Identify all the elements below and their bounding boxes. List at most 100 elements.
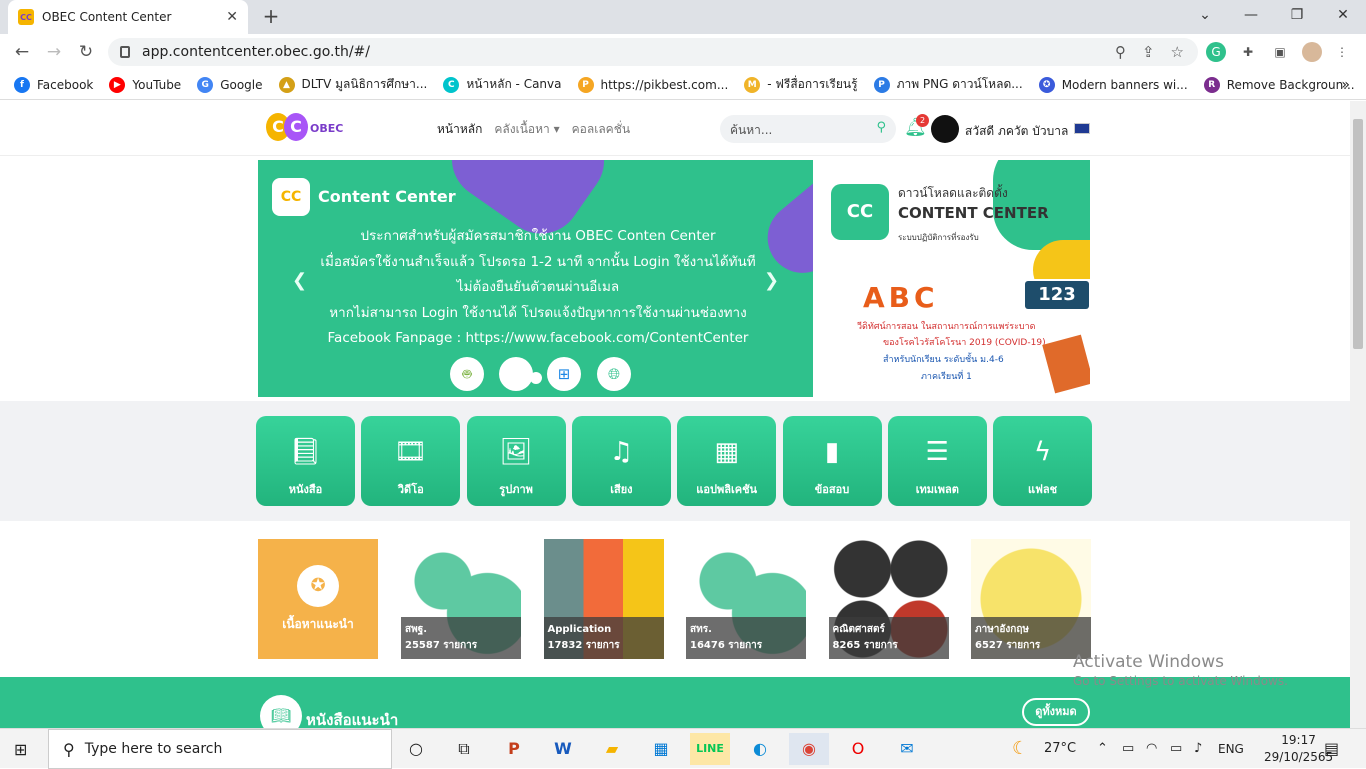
- chrome-icon[interactable]: ◉: [789, 733, 829, 765]
- side-panel-icon[interactable]: ▣: [1270, 42, 1290, 62]
- carousel-next-icon[interactable]: ❯: [764, 270, 779, 291]
- weather-temperature[interactable]: 27°C: [1044, 729, 1076, 769]
- opera-icon[interactable]: O: [838, 733, 878, 765]
- scrollbar-thumb[interactable]: [1353, 119, 1363, 349]
- bookmark-item[interactable]: P ภาพ PNG ดาวน์โหลด...: [873, 75, 1023, 94]
- input-language[interactable]: ENG: [1218, 729, 1244, 769]
- file-explorer-icon[interactable]: ▰: [592, 733, 632, 765]
- system-clock[interactable]: 19:17 29/10/2565: [1264, 732, 1333, 766]
- nav-home[interactable]: หน้าหลัก: [437, 120, 482, 139]
- windows-start-icon[interactable]: ⊞: [14, 740, 27, 759]
- english-flag-icon[interactable]: [1074, 123, 1090, 134]
- store-icon[interactable]: ▦: [641, 733, 681, 765]
- word-icon[interactable]: W: [543, 733, 583, 765]
- browser-tab[interactable]: CC OBEC Content Center ✕: [8, 0, 248, 34]
- view-all-button[interactable]: ดูทั้งหมด: [1022, 698, 1090, 726]
- category-label: ข้อสอบ: [814, 483, 850, 496]
- bookmark-item[interactable]: R Remove Backgroun...: [1203, 76, 1355, 93]
- category-label: เสียง: [610, 483, 633, 496]
- task-view-icon[interactable]: ⧉: [444, 733, 484, 765]
- bookmark-item[interactable]: ✪ Modern banners wi...: [1038, 76, 1188, 93]
- bookmark-item[interactable]: G Google: [197, 76, 263, 93]
- forward-button[interactable]: →: [40, 38, 68, 66]
- grammarly-extension-icon[interactable]: G: [1206, 42, 1226, 62]
- category-file[interactable]: ▮ ข้อสอบ: [782, 416, 882, 506]
- category-apps[interactable]: ▦ แอปพลิเคชัน: [677, 416, 777, 506]
- line-app-icon[interactable]: LINE: [690, 733, 730, 765]
- bookmark-item[interactable]: ▶ YouTube: [109, 76, 181, 93]
- category-image[interactable]: 🖼︎ รูปภาพ: [466, 416, 566, 506]
- bookmark-item[interactable]: Phttps://pikbest.com...: [577, 76, 728, 93]
- reload-button[interactable]: ↻: [72, 38, 100, 66]
- watermark-title: Activate Windows: [1073, 652, 1224, 672]
- category-music[interactable]: ♫ เสียง: [571, 416, 671, 506]
- nav-content-library[interactable]: คลังเนื้อหา ▾: [494, 120, 559, 139]
- announcement-carousel: CC Content Center ประกาศสำหรับผู้สมัครสม…: [258, 160, 813, 397]
- recommended-content-card[interactable]: ✪ เนื้อหาแนะนำ: [258, 539, 378, 659]
- notification-badge: 2: [916, 114, 929, 127]
- bookmark-item[interactable]: ▲ DLTV มูลนิธิการศึกษา...: [278, 75, 427, 94]
- taskbar-search-input[interactable]: ⚲ Type here to search: [48, 729, 392, 769]
- content-source-tile[interactable]: ภาษาอังกฤษ 6527 รายการ: [971, 539, 1091, 659]
- content-source-tile[interactable]: สทร. 16476 รายการ: [686, 539, 806, 659]
- category-film[interactable]: 🎞︎ วิดีโอ: [361, 416, 461, 506]
- battery-icon[interactable]: ▭: [1170, 729, 1182, 769]
- bookmarks-overflow-icon[interactable]: »: [1341, 77, 1350, 93]
- android-icon[interactable]: 🤖︎: [450, 357, 484, 391]
- carousel-prev-icon[interactable]: ❮: [292, 270, 307, 291]
- back-button[interactable]: ←: [8, 38, 36, 66]
- cortana-icon[interactable]: ○: [396, 733, 436, 765]
- content-source-tile[interactable]: สพฐ. 25587 รายการ: [401, 539, 521, 659]
- user-greeting[interactable]: สวัสดี ภควัต บัวบาล: [965, 122, 1068, 141]
- tile-count: 25587 รายการ: [405, 640, 478, 651]
- new-tab-button[interactable]: +: [258, 4, 284, 30]
- covid-video-ad[interactable]: ABC 123 วีดิทัศน์การสอน ในสถานการณ์การแพ…: [813, 279, 1090, 397]
- mail-icon[interactable]: ✉: [887, 733, 927, 765]
- windows-icon[interactable]: ⊞: [547, 357, 581, 391]
- book-icon: 📘︎: [288, 437, 322, 467]
- site-logo[interactable]: CC OBEC: [266, 113, 343, 143]
- extensions-puzzle-icon[interactable]: ✚: [1238, 42, 1258, 62]
- carousel-dot[interactable]: [530, 372, 542, 384]
- volume-icon[interactable]: ♪: [1194, 729, 1202, 769]
- close-window-button[interactable]: ✕: [1320, 0, 1366, 30]
- zoom-icon[interactable]: ⚲: [1115, 43, 1126, 61]
- content-source-tile[interactable]: คณิตศาสตร์ 8265 รายการ: [828, 539, 949, 659]
- search-icon[interactable]: ⚲: [876, 120, 886, 135]
- url-text: app.contentcenter.obec.go.th/#/: [142, 44, 371, 60]
- meet-now-icon[interactable]: ▭: [1122, 729, 1134, 769]
- download-app-ad[interactable]: CC ดาวน์โหลดและติดตั้ง CONTENT CENTER ระ…: [813, 160, 1090, 279]
- nav-collections[interactable]: คอลเลคชั่น: [572, 120, 630, 139]
- category-book[interactable]: 📘︎ หนังสือ: [256, 416, 355, 506]
- bookmark-item[interactable]: C หน้าหลัก - Canva: [443, 75, 562, 94]
- category-list[interactable]: ☰ เทมเพลต: [887, 416, 987, 506]
- ad-line: ของโรคไวรัสโคโรนา 2019 (COVID-19): [883, 338, 1046, 348]
- user-avatar[interactable]: [931, 115, 959, 143]
- address-bar[interactable]: app.contentcenter.obec.go.th/#/ ⚲ ⇪ ☆: [108, 38, 1198, 66]
- close-tab-icon[interactable]: ✕: [226, 9, 238, 25]
- page-scrollbar[interactable]: [1350, 101, 1366, 728]
- powerpoint-icon[interactable]: P: [494, 733, 534, 765]
- notification-center-icon[interactable]: ▤: [1324, 729, 1339, 769]
- site-search-input[interactable]: ค้นหา... ⚲: [720, 115, 896, 143]
- weather-moon-icon[interactable]: ☾: [1012, 729, 1028, 769]
- restore-button[interactable]: ❐: [1274, 0, 1320, 30]
- share-icon[interactable]: ⇪: [1142, 43, 1155, 61]
- bookmark-favicon-icon: ▲: [278, 76, 295, 93]
- bookmark-item[interactable]: M - ฟรีสื่อการเรียนรู้: [744, 75, 858, 94]
- tray-chevron-icon[interactable]: ⌃: [1097, 729, 1108, 769]
- apple-icon[interactable]: [499, 357, 533, 391]
- edge-icon[interactable]: ◐: [740, 733, 780, 765]
- site-favicon-icon: CC: [18, 9, 34, 25]
- content-source-tile[interactable]: Application 17832 รายการ: [543, 539, 664, 659]
- category-flash[interactable]: ϟ แฟลช: [993, 416, 1093, 506]
- bookmark-star-icon[interactable]: ☆: [1171, 43, 1184, 61]
- browser-menu-icon[interactable]: ⋮: [1332, 42, 1352, 62]
- tile-count: 17832 รายการ: [547, 640, 620, 651]
- profile-avatar[interactable]: [1302, 42, 1322, 62]
- minimize-button[interactable]: —: [1228, 0, 1274, 30]
- tab-search-chevron-icon[interactable]: ⌄: [1182, 0, 1228, 30]
- bookmark-item[interactable]: f Facebook: [14, 76, 93, 93]
- web-globe-icon[interactable]: 🌐︎: [597, 357, 631, 391]
- wifi-icon[interactable]: ◠: [1146, 729, 1157, 769]
